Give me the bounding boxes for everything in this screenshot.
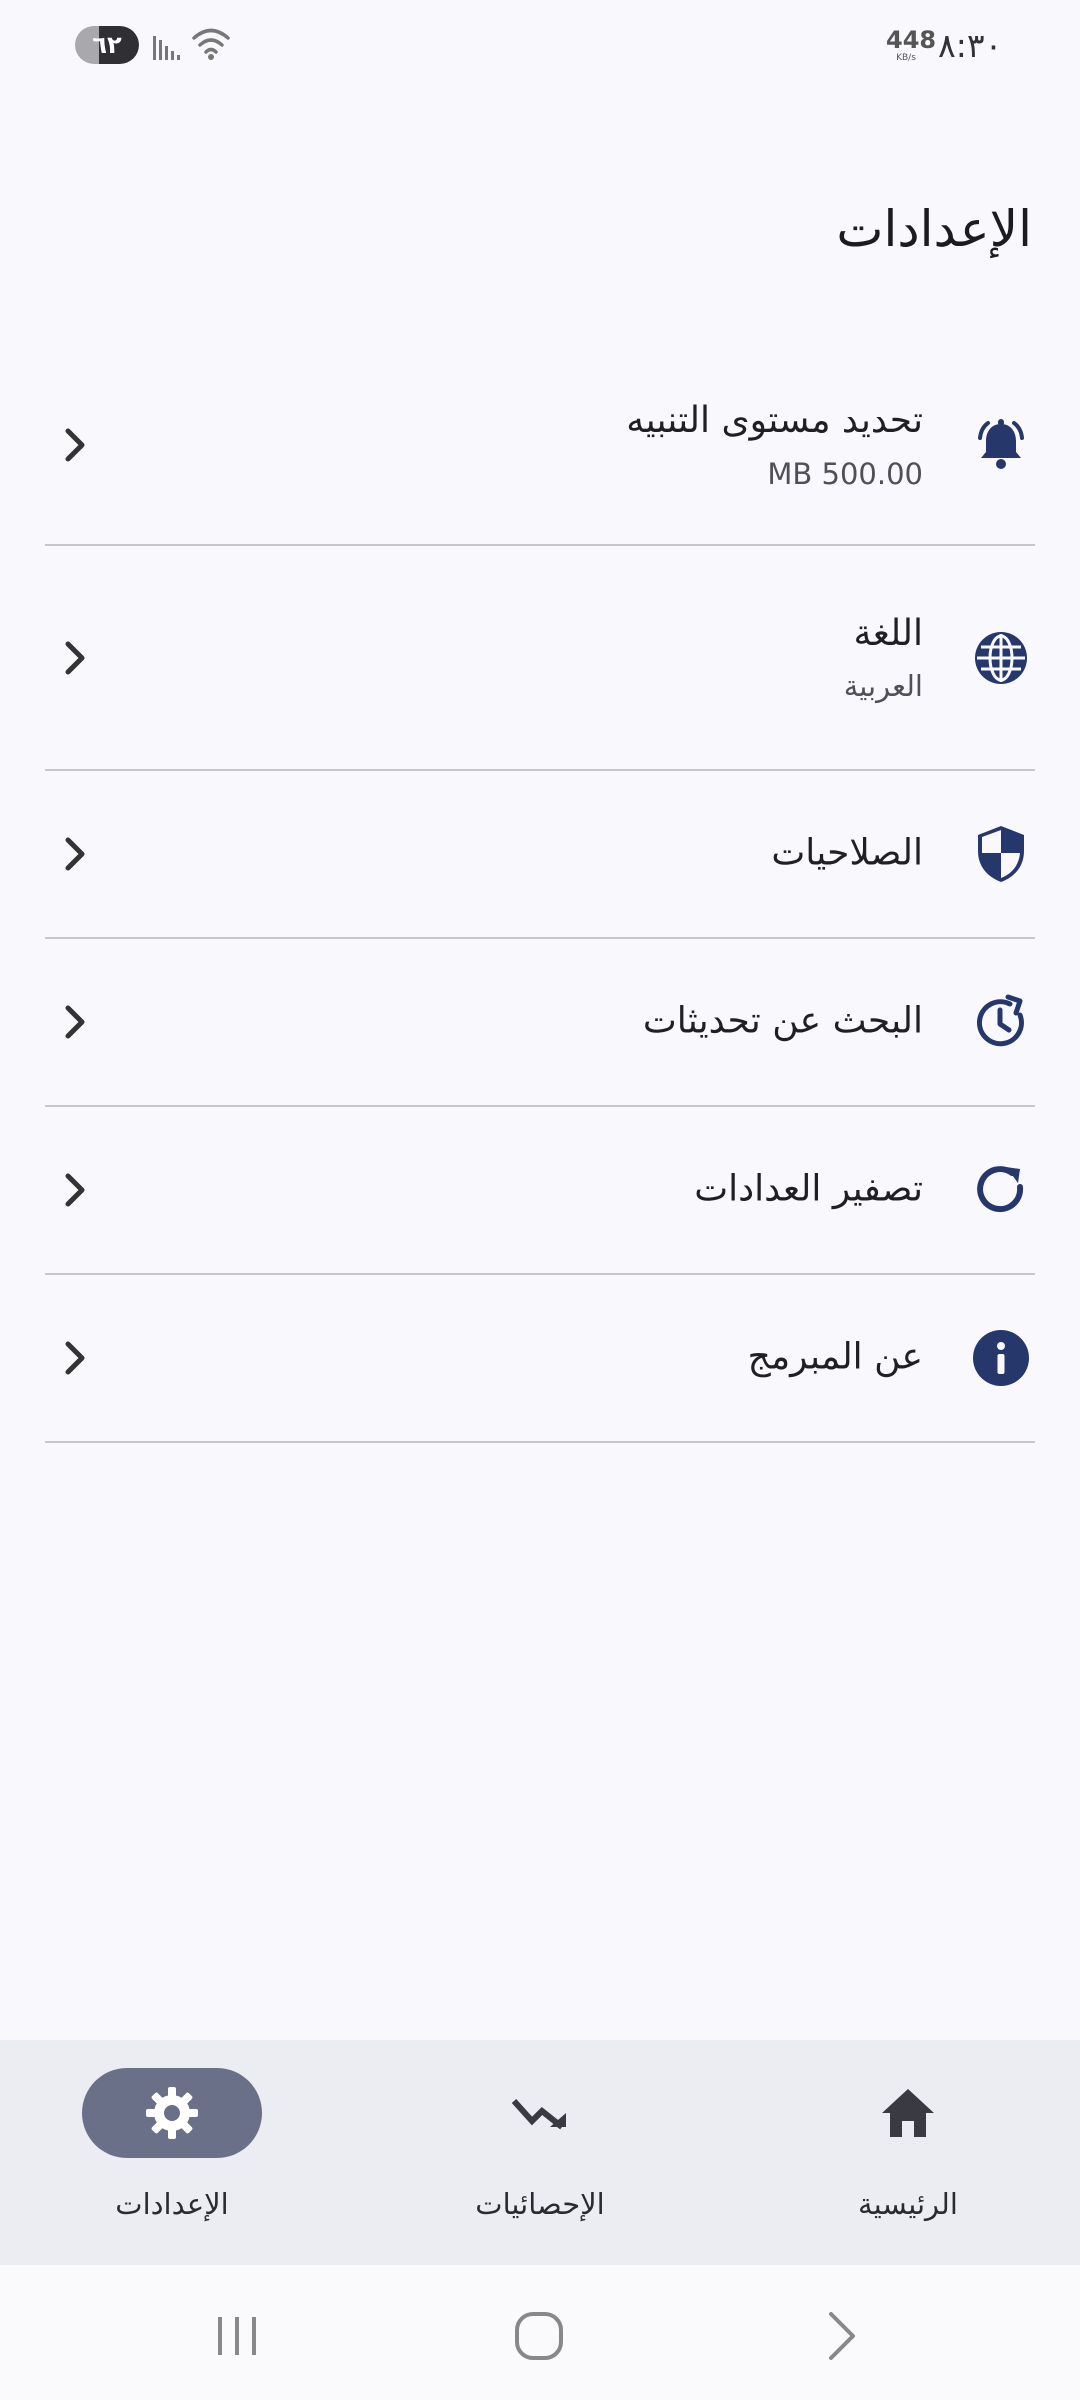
back-button[interactable] — [806, 2301, 876, 2371]
settings-item-value: العربية — [843, 669, 923, 704]
nav-pill — [818, 2068, 998, 2158]
nav-item-home[interactable]: الرئيسية — [768, 2040, 1048, 2265]
settings-item-text: تحديد مستوى التنبيه MB 500.00 — [626, 398, 923, 492]
nav-item-statistics[interactable]: الإحصائيات — [400, 2040, 680, 2265]
home-icon — [882, 2089, 934, 2137]
clock: ٨:٣٠ — [938, 26, 1003, 65]
settings-list: تحديد مستوى التنبيه MB 500.00 اللغة العر… — [45, 346, 1035, 1443]
nav-label-home: الرئيسية — [858, 2187, 958, 2221]
status-bar: ٦٢ 448 KB/s ٨:٣٠ — [0, 0, 1080, 92]
chevron-right-icon — [55, 638, 95, 678]
settings-item-label: عن المبرمج — [747, 1336, 923, 1378]
settings-item-label: الصلاحيات — [771, 832, 923, 874]
settings-item-label: تحديد مستوى التنبيه — [626, 400, 923, 442]
settings-item-text: عن المبرمج — [748, 1335, 923, 1382]
recent-apps-icon — [218, 2317, 256, 2355]
home-button[interactable] — [504, 2301, 574, 2371]
settings-item-label: اللغة — [853, 612, 923, 654]
settings-item-value: MB 500.00 — [767, 457, 923, 491]
chevron-right-icon — [55, 425, 95, 465]
network-speed: 448 KB/s — [886, 26, 937, 63]
settings-item-label: البحث عن تحديثات — [642, 1000, 923, 1042]
settings-item-reset-counters[interactable]: تصفير العدادات — [45, 1107, 1035, 1275]
network-speed-value: 448 — [886, 26, 937, 54]
signal-icon — [153, 36, 180, 60]
network-speed-unit: KB/s — [896, 53, 916, 63]
info-icon — [971, 1328, 1031, 1388]
settings-item-text: تصفير العدادات — [694, 1167, 923, 1214]
wifi-icon — [192, 28, 230, 60]
globe-icon — [971, 628, 1031, 688]
chevron-right-icon — [55, 1170, 95, 1210]
battery-indicator: ٦٢ — [75, 26, 139, 64]
shield-icon — [971, 824, 1031, 884]
settings-item-permissions[interactable]: الصلاحيات — [45, 771, 1035, 939]
back-chevron-icon — [829, 2312, 855, 2360]
nav-pill — [450, 2068, 630, 2158]
bell-icon — [971, 415, 1031, 475]
settings-item-text: اللغة العربية — [844, 611, 923, 705]
refresh-icon — [971, 1160, 1031, 1220]
settings-item-text: الصلاحيات — [771, 831, 923, 878]
recent-apps-button[interactable] — [202, 2301, 272, 2371]
system-navigation-bar — [0, 2265, 1080, 2400]
nav-pill-active — [82, 2068, 262, 2158]
home-circle-icon — [515, 2312, 563, 2360]
trending-down-icon — [511, 2098, 566, 2130]
page-title: الإعدادات — [836, 200, 1032, 258]
chevron-right-icon — [55, 834, 95, 874]
settings-item-about-developer[interactable]: عن المبرمج — [45, 1275, 1035, 1443]
nav-label-statistics: الإحصائيات — [475, 2187, 605, 2221]
nav-label-settings: الإعدادات — [115, 2187, 229, 2221]
settings-item-label: تصفير العدادات — [694, 1168, 923, 1210]
chevron-right-icon — [55, 1002, 95, 1042]
bottom-navigation: الرئيسية الإحصائيات الإعدادات — [0, 2040, 1080, 2265]
settings-item-language[interactable]: اللغة العربية — [45, 546, 1035, 771]
chevron-right-icon — [55, 1338, 95, 1378]
update-clock-icon — [971, 992, 1031, 1052]
settings-item-alert-level[interactable]: تحديد مستوى التنبيه MB 500.00 — [45, 346, 1035, 546]
gear-icon — [146, 2087, 198, 2139]
nav-item-settings[interactable]: الإعدادات — [32, 2040, 312, 2265]
settings-item-check-updates[interactable]: البحث عن تحديثات — [45, 939, 1035, 1107]
settings-item-text: البحث عن تحديثات — [643, 999, 923, 1046]
battery-level: ٦٢ — [92, 31, 122, 59]
